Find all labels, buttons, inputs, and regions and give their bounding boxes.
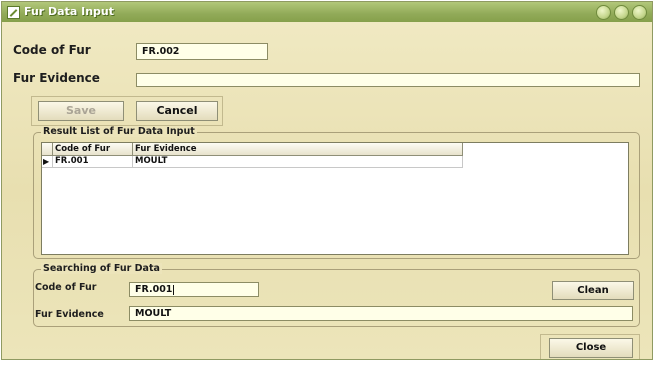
cancel-button[interactable]: Cancel bbox=[136, 101, 218, 121]
result-list-group: Result List of Fur Data Input Code of Fu… bbox=[33, 126, 640, 259]
app-icon bbox=[7, 6, 20, 19]
column-header-code[interactable]: Code of Fur bbox=[53, 143, 133, 156]
table-cell-code[interactable]: FR.001 bbox=[53, 156, 133, 168]
close-button[interactable]: Close bbox=[549, 338, 633, 358]
table-cell-evidence[interactable]: MOULT bbox=[133, 156, 463, 168]
fur-evidence-label: Fur Evidence bbox=[13, 71, 100, 85]
code-of-fur-label: Code of Fur bbox=[13, 43, 91, 57]
row-header-corner bbox=[42, 143, 53, 156]
save-button[interactable]: Save bbox=[38, 101, 124, 121]
form-content: Code of Fur FR.002 Fur Evidence Save Can… bbox=[2, 22, 652, 359]
window-title: Fur Data Input bbox=[24, 5, 115, 18]
clean-button[interactable]: Clean bbox=[552, 281, 634, 300]
fur-evidence-field[interactable] bbox=[136, 73, 640, 87]
search-evidence-label: Fur Evidence bbox=[35, 309, 104, 320]
search-code-field[interactable]: FR.001 bbox=[129, 282, 259, 297]
maximize-icon[interactable] bbox=[614, 5, 629, 20]
title-bar[interactable]: Fur Data Input bbox=[2, 2, 652, 22]
code-of-fur-field[interactable]: FR.002 bbox=[136, 43, 268, 60]
text-caret bbox=[173, 284, 175, 295]
search-code-label: Code of Fur bbox=[35, 282, 97, 293]
minimize-icon[interactable] bbox=[596, 5, 611, 20]
search-evidence-field[interactable]: MOULT bbox=[129, 306, 633, 321]
row-indicator-icon: ▶ bbox=[42, 156, 53, 168]
search-group-title: Searching of Fur Data bbox=[41, 263, 162, 274]
close-window-icon[interactable] bbox=[632, 5, 647, 20]
result-grid[interactable]: Code of Fur Fur Evidence ▶ FR.001 MOULT bbox=[41, 142, 629, 255]
column-header-evidence[interactable]: Fur Evidence bbox=[133, 143, 463, 156]
result-list-title: Result List of Fur Data Input bbox=[41, 126, 197, 137]
fur-data-input-window: Fur Data Input Code of Fur FR.002 Fur Ev… bbox=[1, 1, 653, 360]
